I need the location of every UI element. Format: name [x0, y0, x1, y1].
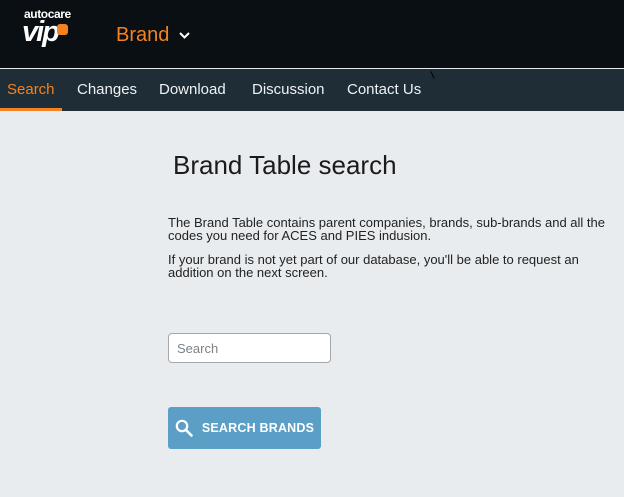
page-title: Brand Table search — [173, 150, 397, 180]
request-paragraph: If your brand is not yet part of our dat… — [168, 252, 579, 280]
chevron-down-icon — [179, 31, 191, 39]
logo-accent-mark — [57, 24, 68, 35]
brand-search-input[interactable] — [168, 333, 331, 363]
top-header: autocare vip Brand — [0, 0, 624, 68]
logo-main-text: vip — [22, 16, 60, 48]
main-nav: Search Changes Download Discussion Conta… — [0, 69, 624, 111]
autocare-vip-logo[interactable]: autocare vip — [22, 8, 72, 50]
search-brands-button[interactable]: SEARCH BRANDS — [168, 407, 321, 449]
nav-tab-discussion[interactable]: Discussion — [245, 69, 332, 111]
nav-tab-contact-us[interactable]: Contact Us — [340, 69, 428, 111]
brand-dropdown-label: Brand — [116, 23, 170, 46]
nav-tab-download[interactable]: Download — [152, 69, 233, 111]
brand-dropdown[interactable]: Brand — [116, 22, 191, 48]
nav-tab-search[interactable]: Search — [0, 69, 62, 111]
search-icon — [175, 419, 193, 437]
intro-paragraph: The Brand Table contains parent companie… — [168, 215, 605, 243]
nav-tab-changes[interactable]: Changes — [70, 69, 144, 111]
search-brands-button-label: SEARCH BRANDS — [201, 421, 315, 435]
